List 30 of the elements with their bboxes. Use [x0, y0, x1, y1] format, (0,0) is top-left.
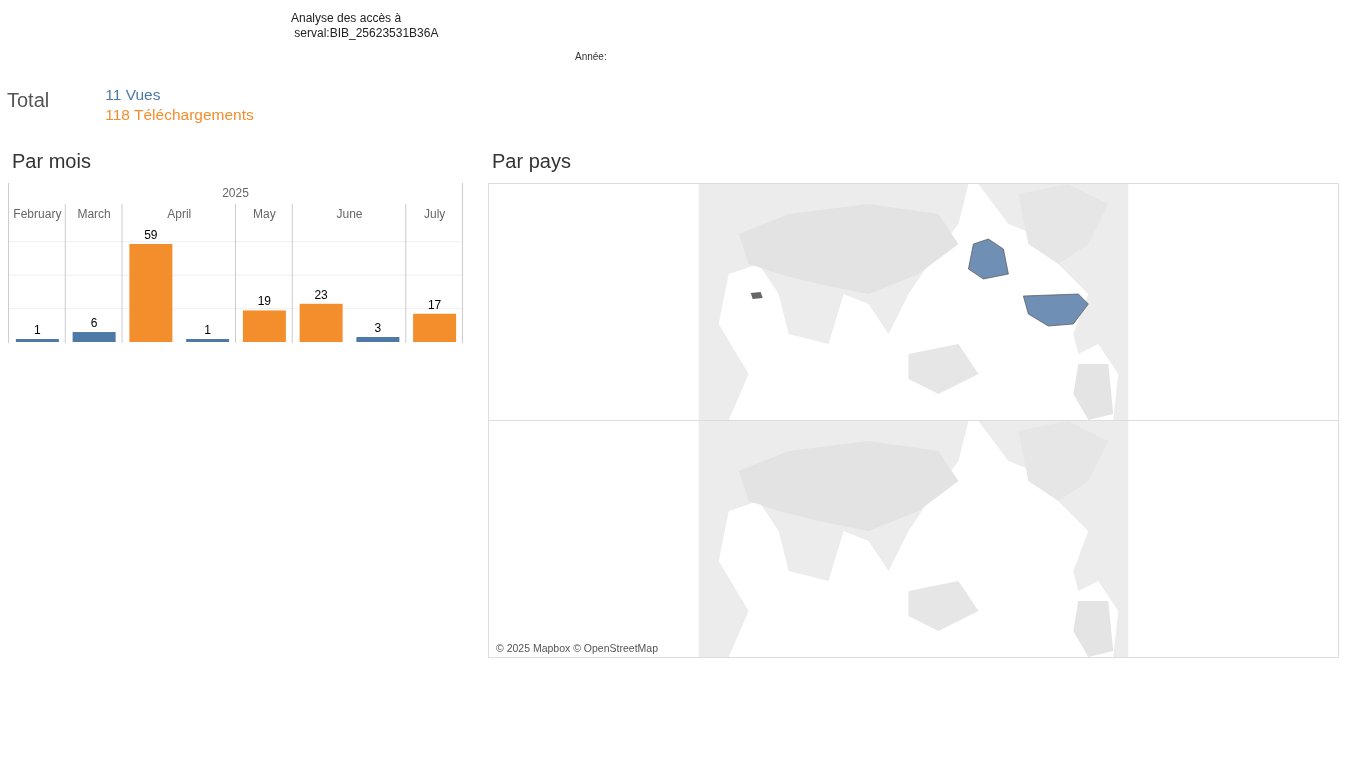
- filter-label: Année:: [575, 51, 607, 62]
- bar-value-label: 1: [34, 323, 41, 337]
- bar: [72, 332, 116, 342]
- section-title: Par pays: [492, 149, 572, 174]
- total-label: Total: [7, 89, 50, 112]
- section-title: Par mois: [12, 149, 92, 174]
- bar: [186, 339, 230, 342]
- bar-value-label: 1: [204, 323, 211, 337]
- bar-value-label: 6: [90, 316, 98, 331]
- views-count: 11 Vues: [105, 85, 162, 105]
- month-header: July: [423, 207, 446, 221]
- bar-value-label: 17: [427, 297, 442, 312]
- month-header: June: [336, 207, 363, 221]
- bar-value-label: 59: [144, 228, 158, 242]
- bar: [242, 310, 286, 342]
- bar-value-label: 23: [314, 287, 328, 302]
- bar-value-label: 19: [257, 294, 272, 309]
- month-header: February: [13, 207, 62, 221]
- downloads-count: 118 Téléchargements: [105, 105, 254, 125]
- bar: [299, 303, 343, 342]
- month-header: April: [167, 207, 192, 221]
- map-attribution: © 2025 Mapbox © OpenStreetMap: [495, 642, 659, 654]
- bar: [356, 337, 400, 342]
- bar: [413, 313, 457, 342]
- month-header: May: [253, 207, 276, 221]
- month-header: March: [77, 207, 111, 221]
- bar: [15, 339, 59, 342]
- dashboard-title: Analyse des accès à serval:BIB_25623531B36A: [291, 11, 439, 41]
- bar-value-label: 3: [374, 321, 382, 335]
- year-header: 2025: [222, 186, 249, 200]
